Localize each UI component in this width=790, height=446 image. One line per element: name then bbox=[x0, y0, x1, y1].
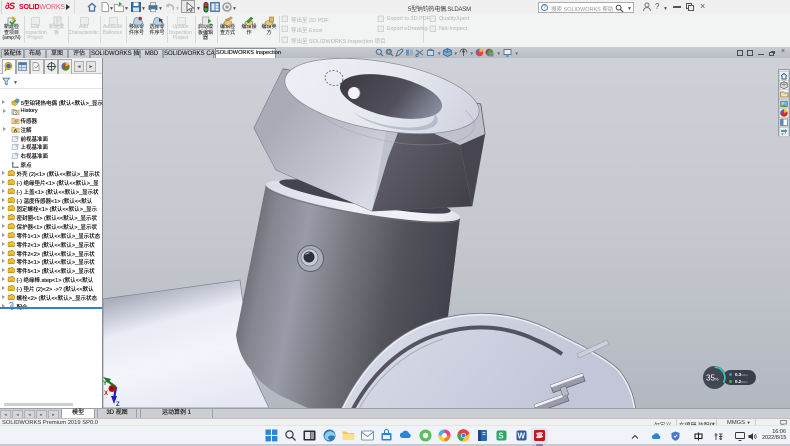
svg-text:0.3KB/s: 0.3KB/s bbox=[735, 372, 748, 377]
svg-text:Y: Y bbox=[103, 381, 107, 387]
svg-text:S: S bbox=[499, 432, 505, 441]
svg-text:0.2KB/s: 0.2KB/s bbox=[735, 379, 748, 384]
svg-text:W: W bbox=[517, 432, 525, 441]
svg-text:X: X bbox=[104, 391, 108, 397]
